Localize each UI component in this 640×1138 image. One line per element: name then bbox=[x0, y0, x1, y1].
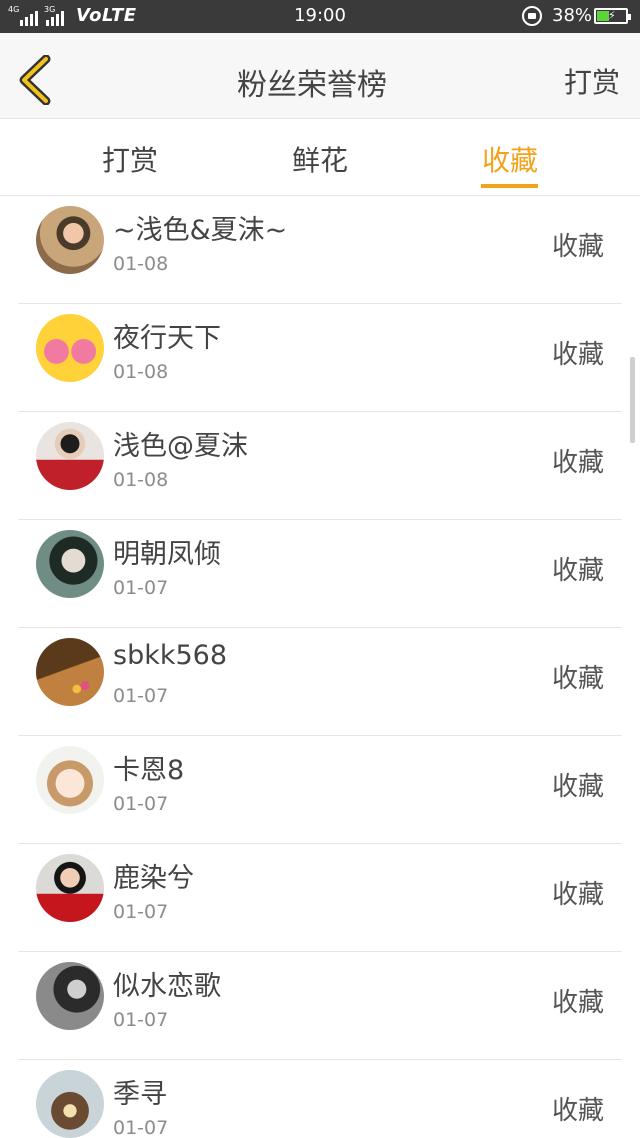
battery-icon: ⚡ bbox=[594, 8, 631, 24]
list-item[interactable]: 明朝凤倾 01-07 收藏 bbox=[18, 520, 622, 628]
fan-date: 01-07 bbox=[113, 577, 169, 599]
active-tab-indicator bbox=[481, 184, 538, 188]
fan-date: 01-07 bbox=[113, 901, 169, 923]
fan-date: 01-08 bbox=[113, 469, 169, 491]
avatar bbox=[36, 314, 104, 382]
avatar bbox=[36, 530, 104, 598]
avatar bbox=[36, 962, 104, 1030]
avatar bbox=[36, 746, 104, 814]
list-item[interactable]: 浅色@夏沫 01-08 收藏 bbox=[18, 412, 622, 520]
avatar bbox=[36, 1070, 104, 1138]
fan-action-label: 收藏 bbox=[551, 880, 604, 910]
list-item[interactable]: ~浅色&夏沫~ 01-08 收藏 bbox=[18, 196, 622, 304]
tab-bar: 打赏 鲜花 收藏 bbox=[0, 119, 640, 196]
fan-name: sbkk568 bbox=[113, 640, 228, 671]
fan-action-label: 收藏 bbox=[551, 772, 604, 802]
fan-action-label: 收藏 bbox=[551, 664, 604, 694]
avatar bbox=[36, 638, 104, 706]
list-item[interactable]: 季寻 01-07 收藏 bbox=[18, 1060, 622, 1138]
avatar bbox=[36, 854, 104, 922]
list-item[interactable]: 鹿染兮 01-07 收藏 bbox=[18, 844, 622, 952]
list-item[interactable]: 卡恩8 01-07 收藏 bbox=[18, 736, 622, 844]
page-title: 粉丝荣誉榜 bbox=[237, 68, 387, 103]
fan-action-label: 收藏 bbox=[551, 232, 604, 262]
tab-reward[interactable]: 打赏 bbox=[70, 139, 190, 179]
status-bar: 4G 3G VoLTE 19:00 38% ⚡ bbox=[0, 0, 640, 33]
fan-action-label: 收藏 bbox=[551, 1096, 604, 1126]
list-item[interactable]: 夜行天下 01-08 收藏 bbox=[18, 304, 622, 412]
tab-favorites[interactable]: 收藏 bbox=[450, 139, 570, 179]
fan-date: 01-07 bbox=[113, 1117, 169, 1138]
fan-date: 01-08 bbox=[113, 361, 169, 383]
tab-flowers[interactable]: 鲜花 bbox=[260, 139, 380, 179]
fan-action-label: 收藏 bbox=[551, 556, 604, 586]
fan-date: 01-07 bbox=[113, 793, 169, 815]
fan-list: ~浅色&夏沫~ 01-08 收藏 夜行天下 01-08 收藏 浅色@夏沫 01-… bbox=[0, 196, 640, 1138]
scrollbar[interactable] bbox=[630, 357, 635, 443]
fan-name: 明朝凤倾 bbox=[113, 539, 221, 570]
fan-date: 01-07 bbox=[113, 685, 169, 707]
fan-action-label: 收藏 bbox=[551, 448, 604, 478]
status-time: 19:00 bbox=[294, 5, 346, 26]
app-header: 粉丝荣誉榜 打赏 bbox=[0, 33, 640, 119]
fan-name: ~浅色&夏沫~ bbox=[113, 215, 288, 246]
fan-name: 卡恩8 bbox=[113, 755, 185, 786]
fan-name: 季寻 bbox=[113, 1079, 167, 1110]
avatar bbox=[36, 422, 104, 490]
fan-date: 01-07 bbox=[113, 1009, 169, 1031]
fan-name: 浅色@夏沫 bbox=[113, 431, 248, 462]
fan-name: 鹿染兮 bbox=[113, 863, 194, 894]
list-item[interactable]: sbkk568 01-07 收藏 bbox=[18, 628, 622, 736]
fan-action-label: 收藏 bbox=[551, 988, 604, 1018]
reward-button[interactable]: 打赏 bbox=[564, 61, 620, 101]
fan-action-label: 收藏 bbox=[551, 340, 604, 370]
fan-date: 01-08 bbox=[113, 253, 169, 275]
avatar bbox=[36, 206, 104, 274]
fan-name: 似水恋歌 bbox=[113, 971, 221, 1002]
battery-percent: 38% bbox=[552, 5, 593, 26]
list-item[interactable]: 似水恋歌 01-07 收藏 bbox=[18, 952, 622, 1060]
fan-name: 夜行天下 bbox=[113, 323, 221, 354]
rotation-lock-icon bbox=[522, 6, 542, 26]
